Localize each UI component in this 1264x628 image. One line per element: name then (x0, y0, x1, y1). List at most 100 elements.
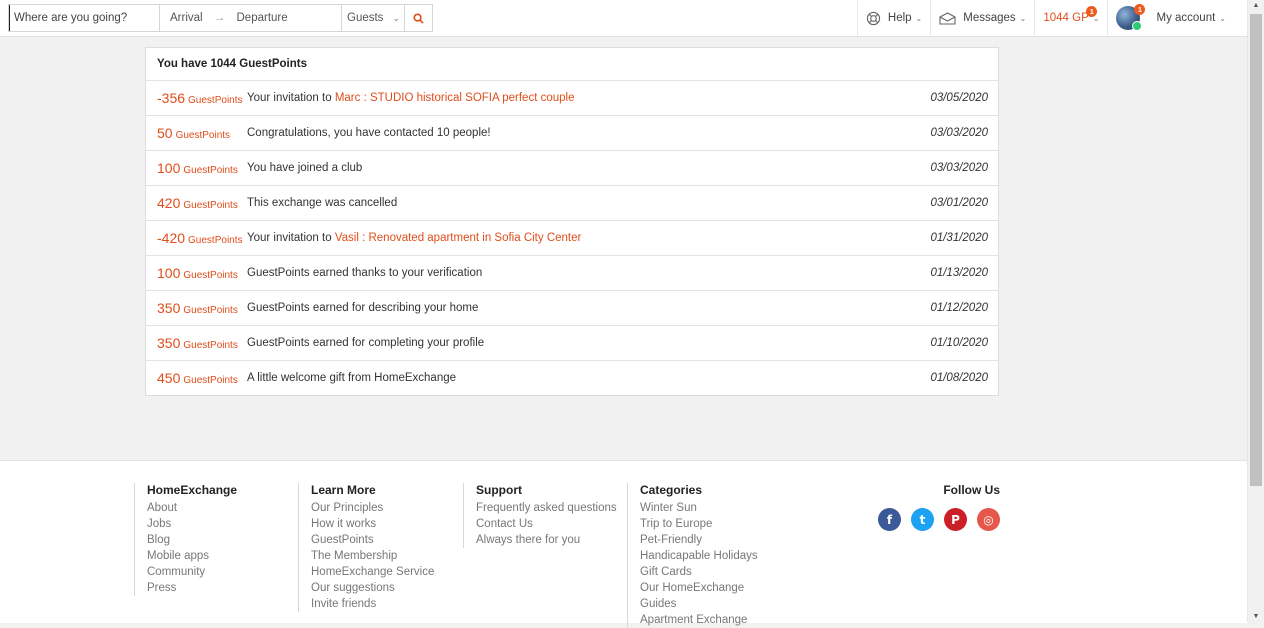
follow-us-section: Follow Us f t P ◎ (870, 483, 1000, 531)
points-value: 420 (157, 195, 181, 211)
guests-select[interactable]: Guests ⌄ (342, 5, 405, 31)
transaction-description: GuestPoints earned for describing your h… (247, 302, 478, 314)
account-menu[interactable]: 1 My account ⌄ (1107, 0, 1248, 36)
table-row: 100 GuestPoints GuestPoints earned thanks … (146, 256, 998, 291)
points-amount: 350 GuestPoints (146, 300, 247, 316)
scrollbar-thumb[interactable] (1250, 14, 1262, 486)
vertical-scrollbar[interactable]: ▲ ▼ (1247, 0, 1264, 622)
description-text: GuestPoints earned thanks to your verifi… (247, 267, 483, 279)
facebook-icon[interactable]: f (878, 508, 901, 531)
arrival-label: Arrival (170, 12, 203, 24)
description-text: This exchange was cancelled (247, 197, 398, 209)
table-row: -420 GuestPoints Your invitation to Vasil … (146, 221, 998, 256)
points-amount: 420 GuestPoints (146, 195, 247, 211)
table-row: 350 GuestPoints GuestPoints earned for des… (146, 291, 998, 326)
points-value: 450 (157, 370, 181, 386)
description-text: You have joined a club (247, 162, 363, 174)
chevron-down-icon: ⌄ (1019, 13, 1027, 23)
footer-link[interactable]: Press (147, 580, 237, 596)
scroll-up-arrow-icon[interactable]: ▲ (1248, 2, 1264, 9)
footer-link[interactable]: Always there for you (476, 532, 617, 548)
points-amount: 100 GuestPoints (146, 160, 247, 176)
transaction-date: 01/31/2020 (930, 232, 988, 244)
footer-link[interactable]: Mobile apps (147, 548, 237, 564)
footer-link[interactable]: How it works (311, 516, 434, 532)
transaction-date: 01/10/2020 (930, 337, 988, 349)
messages-menu[interactable]: Messages ⌄ (930, 0, 1034, 36)
points-unit: GuestPoints (183, 200, 238, 211)
transaction-date: 01/13/2020 (930, 267, 988, 279)
footer-link[interactable]: Jobs (147, 516, 237, 532)
notification-badge: 1 (1134, 4, 1146, 15)
points-unit: GuestPoints (183, 375, 238, 386)
guestpoints-balance: 1044 GP (1043, 12, 1089, 24)
chevron-down-icon: ⌄ (1219, 13, 1226, 23)
footer-link[interactable]: GuestPoints (311, 532, 434, 548)
footer-link[interactable]: Trip to Europe (640, 516, 758, 532)
points-unit: GuestPoints (188, 95, 243, 106)
points-value: -420 (157, 230, 186, 246)
points-value: 100 (157, 160, 181, 176)
footer-link[interactable]: Our suggestions (311, 580, 434, 596)
footer-link[interactable]: About (147, 500, 237, 516)
description-text: Congratulations, you have contacted 10 p… (247, 127, 491, 139)
footer-link[interactable]: Gift Cards (640, 564, 758, 580)
points-unit: GuestPoints (175, 130, 231, 141)
points-unit: GuestPoints (183, 305, 238, 316)
points-value: 350 (157, 300, 181, 316)
description-text: Your invitation to (247, 92, 335, 104)
table-row: 100 GuestPoints You have joined a club 03/0… (146, 151, 998, 186)
home-link[interactable]: Vasil : Renovated apartment in Sofia Cit… (335, 232, 582, 244)
footer-link[interactable]: Our Principles (311, 500, 434, 516)
footer-column-heading: Support (476, 483, 522, 497)
search-button[interactable] (405, 5, 432, 31)
date-range-picker[interactable]: Arrival → Departure (160, 5, 342, 31)
instagram-icon[interactable]: ◎ (977, 508, 1000, 531)
guestpoints-menu[interactable]: 1044 GP 1 ⌄ (1034, 0, 1107, 36)
footer-link[interactable]: Community (147, 564, 237, 580)
footer-link[interactable]: The Membership (311, 548, 434, 564)
guestpoints-history-card: You have 1044 GuestPoints -356 GuestPoint… (145, 47, 999, 396)
footer-link[interactable]: Invite friends (311, 596, 434, 612)
footer-column: HomeExchange About Jobs Blog Mobile apps Comm… (134, 483, 237, 596)
chevron-down-icon: ⌄ (915, 13, 923, 23)
pinterest-icon[interactable]: P (944, 508, 967, 531)
points-unit: GuestPoints (183, 340, 238, 351)
footer-column: Support Frequently asked questions Contact… (463, 483, 617, 548)
transaction-description: Congratulations, you have contacted 10 p… (247, 127, 491, 139)
twitter-icon[interactable]: t (911, 508, 934, 531)
help-label: Help (887, 12, 912, 24)
footer-link[interactable]: Guides (640, 596, 758, 612)
footer-link[interactable]: Handicapable Holidays (640, 548, 758, 564)
description-text: GuestPoints earned for completing your p… (247, 337, 485, 349)
points-unit: GuestPoints (188, 235, 243, 246)
footer-link[interactable]: HomeExchange Service (311, 564, 434, 580)
transaction-date: 03/03/2020 (930, 127, 988, 139)
footer-link[interactable]: Pet-Friendly (640, 532, 758, 548)
page-title: You have 1044 GuestPoints (146, 48, 998, 81)
description-text: A little welcome gift from HomeExchange (247, 372, 457, 384)
home-link[interactable]: Marc : STUDIO historical SOFIA perfect c… (335, 92, 575, 104)
footer-column: Categories Winter Sun Trip to Europe Pet-Fr… (627, 483, 758, 628)
online-status-dot (1132, 21, 1143, 31)
user-navigation: Help ⌄ Messages ⌄ 1044 GP 1 ⌄ 1 My accou… (856, 0, 1248, 36)
footer-link[interactable]: Apartment Exchange (640, 612, 758, 628)
search-icon (413, 12, 424, 24)
transaction-description: This exchange was cancelled (247, 197, 397, 209)
footer: HomeExchange About Jobs Blog Mobile apps Comm… (0, 460, 1248, 628)
footer-column: Learn More Our Principles How it works Gues… (298, 483, 434, 612)
footer-link[interactable]: Contact Us (476, 516, 617, 532)
footer-link[interactable]: Winter Sun (640, 500, 758, 516)
footer-column-heading: Learn More (311, 483, 376, 497)
footer-link[interactable]: Our HomeExchange (640, 580, 758, 596)
help-menu[interactable]: Help ⌄ (856, 0, 930, 36)
table-row: 420 GuestPoints This exchange was cancelle… (146, 186, 998, 221)
footer-link[interactable]: Frequently asked questions (476, 500, 617, 516)
footer-link[interactable]: Blog (147, 532, 237, 548)
footer-column-heading: HomeExchange (147, 483, 238, 497)
scroll-down-arrow-icon[interactable]: ▼ (1248, 613, 1264, 620)
guests-label: Guests (347, 12, 384, 24)
destination-input[interactable]: Where are you going? (9, 5, 160, 31)
table-row: 450 GuestPoints A little welcome gift from… (146, 361, 998, 395)
footer-column-heading: Categories (640, 483, 703, 497)
